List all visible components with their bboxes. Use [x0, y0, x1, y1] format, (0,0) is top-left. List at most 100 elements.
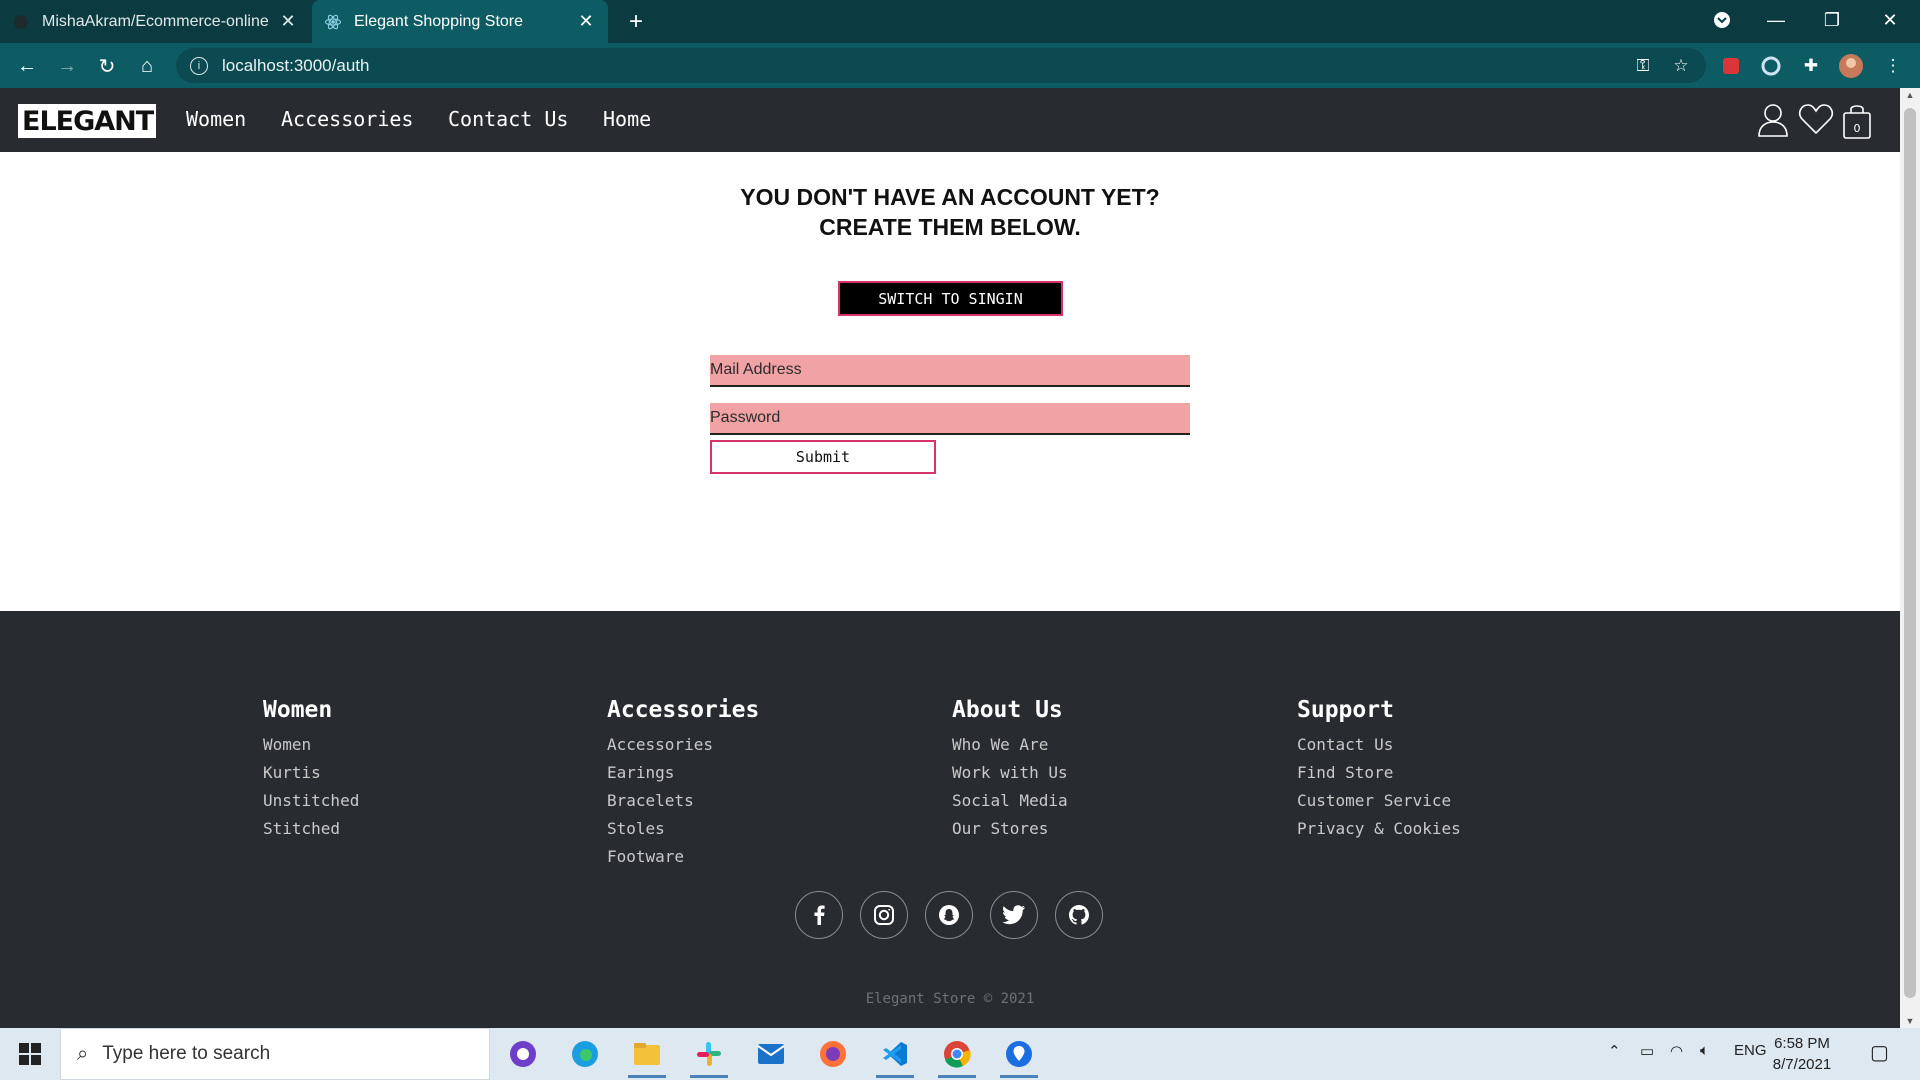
footer-link[interactable]: Bracelets [607, 787, 759, 815]
heart-icon[interactable] [1798, 102, 1834, 138]
maps-pin-icon[interactable] [994, 1034, 1044, 1078]
tab-title: Elegant Shopping Store [354, 12, 524, 30]
footer-link[interactable]: Privacy & Cookies [1297, 815, 1461, 843]
taskbar-search-box[interactable]: ⌕ Type here to search [60, 1028, 490, 1080]
taskbar-clock[interactable]: 6:58 PM 8/7/2021 [1762, 1033, 1842, 1075]
footer-column-about-us: About Us Who We Are Work with Us Social … [952, 697, 1068, 843]
react-favicon-icon [324, 13, 342, 31]
auth-heading: YOU DON'T HAVE AN ACCOUNT YET? CREATE TH… [650, 182, 1250, 242]
browser-tab-strip: MishaAkram/Ecommerce-online ✕ Elegant Sh… [0, 0, 1920, 43]
restore-icon[interactable]: ❐ [1806, 4, 1858, 36]
footer-link[interactable]: Our Stores [952, 815, 1068, 843]
nav-link-home[interactable]: Home [603, 107, 651, 131]
footer-heading: Accessories [607, 697, 760, 723]
site-info-icon[interactable]: i [190, 56, 208, 75]
footer-link[interactable]: Accessories [607, 731, 759, 759]
email-field[interactable] [710, 355, 1190, 387]
footer-link[interactable]: Social Media [952, 787, 1068, 815]
page-scrollbar[interactable]: ▲ ▼ [1900, 88, 1920, 1028]
site-logo[interactable]: ELEGANT [18, 104, 156, 138]
scroll-down-arrow-icon[interactable]: ▼ [1904, 1016, 1916, 1026]
footer-column-support: Support Contact Us Find Store Customer S… [1297, 697, 1461, 843]
minimize-icon[interactable]: — [1750, 4, 1802, 36]
firefox-icon[interactable] [808, 1034, 858, 1074]
tab-github[interactable]: MishaAkram/Ecommerce-online ✕ [0, 0, 310, 43]
page-viewport: ELEGANT Women Accessories Contact Us Hom… [0, 88, 1900, 1028]
copyright-text: Elegant Store © 2021 [865, 991, 1035, 1007]
site-navbar: ELEGANT Women Accessories Contact Us Hom… [0, 88, 1900, 152]
github-icon[interactable] [1055, 891, 1103, 939]
tab-elegant-store[interactable]: Elegant Shopping Store ✕ [312, 0, 608, 43]
file-explorer-icon[interactable] [622, 1034, 672, 1078]
footer-link[interactable]: Earings [607, 759, 759, 787]
new-tab-icon[interactable]: + [620, 6, 652, 38]
home-icon[interactable]: ⌂ [130, 49, 164, 83]
tab-search-icon[interactable] [1696, 4, 1748, 36]
tray-chevron-up-icon[interactable]: ⌃ [1608, 1042, 1621, 1060]
slack-icon[interactable] [684, 1034, 734, 1078]
github-favicon-icon [12, 13, 30, 31]
clock-date: 8/7/2021 [1772, 1056, 1832, 1073]
extensions-puzzle-icon[interactable]: ✚ [1796, 51, 1826, 81]
back-icon[interactable]: ← [10, 49, 44, 83]
footer-link[interactable]: Women [263, 731, 359, 759]
user-icon[interactable] [1756, 102, 1792, 138]
battery-icon[interactable]: ▭ [1640, 1042, 1654, 1060]
instagram-icon[interactable] [860, 891, 908, 939]
snapchat-icon[interactable] [925, 891, 973, 939]
nav-link-accessories[interactable]: Accessories [281, 107, 413, 131]
footer-heading: About Us [952, 697, 1063, 723]
reload-icon[interactable]: ↻ [90, 49, 124, 83]
nav-link-women[interactable]: Women [186, 107, 246, 131]
mail-icon[interactable] [746, 1034, 796, 1074]
footer-link[interactable]: Footware [607, 843, 759, 871]
tab-close-icon[interactable]: ✕ [278, 11, 298, 32]
windows-start-icon[interactable] [10, 1038, 50, 1070]
browser-toolbar: ← → ↻ ⌂ i localhost:3000/auth ⚿ ☆ ✚ ⋮ [0, 43, 1920, 88]
facebook-icon[interactable] [795, 891, 843, 939]
wifi-icon[interactable]: ◠ [1670, 1042, 1683, 1060]
footer-link[interactable]: Unstitched [263, 787, 359, 815]
extension-circle-icon[interactable] [1756, 51, 1786, 81]
shopping-bag-icon[interactable]: 0 [1840, 102, 1876, 139]
site-footer: Women Women Kurtis Unstitched Stitched A… [0, 611, 1900, 1028]
auth-heading-line1: YOU DON'T HAVE AN ACCOUNT YET? [740, 184, 1160, 210]
profile-avatar[interactable] [1836, 51, 1866, 81]
key-icon[interactable]: ⚿ [1628, 51, 1658, 81]
volume-icon[interactable]: 🔈︎ [1700, 1042, 1709, 1059]
scroll-up-arrow-icon[interactable]: ▲ [1904, 90, 1916, 100]
bookmark-star-icon[interactable]: ☆ [1666, 51, 1696, 81]
footer-link[interactable]: Customer Service [1297, 787, 1461, 815]
footer-link[interactable]: Who We Are [952, 731, 1068, 759]
footer-link[interactable]: Contact Us [1297, 731, 1461, 759]
submit-button[interactable]: Submit [710, 440, 936, 474]
password-field[interactable] [710, 403, 1190, 435]
address-bar[interactable]: i localhost:3000/auth [176, 48, 1706, 83]
footer-heading: Support [1297, 697, 1394, 723]
edge-icon[interactable] [560, 1034, 610, 1074]
window-close-icon[interactable]: ✕ [1864, 4, 1916, 36]
extension-red-icon[interactable] [1716, 51, 1746, 81]
footer-column-women: Women Women Kurtis Unstitched Stitched [263, 697, 359, 843]
cart-count: 0 [1853, 122, 1861, 135]
scrollbar-thumb[interactable] [1904, 108, 1916, 998]
github-desktop-icon[interactable] [498, 1034, 548, 1074]
footer-link[interactable]: Kurtis [263, 759, 359, 787]
browser-menu-icon[interactable]: ⋮ [1878, 51, 1908, 81]
footer-link[interactable]: Find Store [1297, 759, 1461, 787]
footer-link[interactable]: Stitched [263, 815, 359, 843]
footer-column-accessories: Accessories Accessories Earings Bracelet… [607, 697, 759, 871]
vscode-icon[interactable] [870, 1034, 920, 1078]
tab-title: MishaAkram/Ecommerce-online [42, 12, 269, 30]
chrome-icon[interactable] [932, 1034, 982, 1078]
notifications-icon[interactable]: ▢ [1870, 1040, 1889, 1065]
switch-to-signin-button[interactable]: SWITCH TO SINGIN [838, 281, 1063, 316]
twitter-icon[interactable] [990, 891, 1038, 939]
nav-link-contact-us[interactable]: Contact Us [448, 107, 568, 131]
forward-icon[interactable]: → [50, 49, 84, 83]
tab-close-icon[interactable]: ✕ [576, 11, 596, 32]
footer-heading: Women [263, 697, 333, 723]
footer-link[interactable]: Stoles [607, 815, 759, 843]
windows-taskbar: ⌕ Type here to search ⌃ ▭ ◠ 🔈︎ ENG 6:58 … [0, 1028, 1920, 1080]
footer-link[interactable]: Work with Us [952, 759, 1068, 787]
